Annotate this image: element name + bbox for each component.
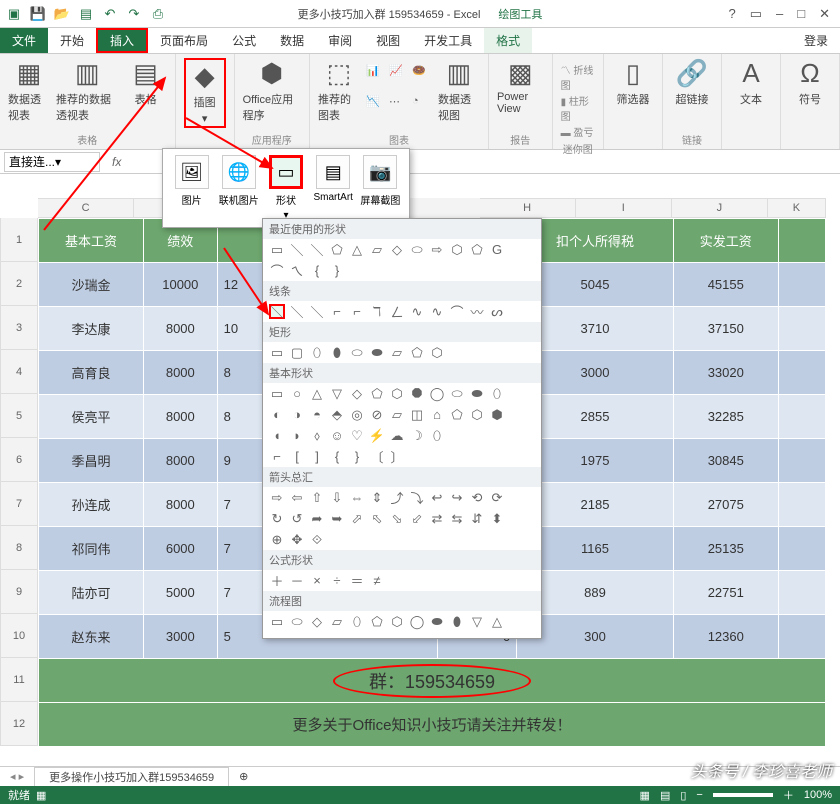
shapes-gallery: 最近使用的形状 ▭＼＼⬠△▱◇⬭⇨⬡⬠G ⌒ㄟ{} 线条 ＼＼＼⌐⌐ℸㄥ∿∿⌒〰… xyxy=(262,218,542,639)
column-headers: CDE HIJK xyxy=(38,198,826,218)
view-normal-icon[interactable]: ▦ xyxy=(640,789,650,802)
tab-home[interactable]: 开始 xyxy=(48,28,96,53)
quick-access-toolbar: ▣ 💾 📂 ▤ ↶ ↷ ⎙ xyxy=(0,6,172,22)
tab-developer[interactable]: 开发工具 xyxy=(412,28,484,53)
sparkline-winloss[interactable]: ▬ 盈亏 xyxy=(561,124,594,139)
sheet-tab[interactable]: 更多操作小技巧加入群159534659 xyxy=(34,767,229,786)
shapes-recent-row: ▭＼＼⬠△▱◇⬭⇨⬡⬠G xyxy=(263,239,541,260)
watermark-credit: 头条号 / 李珍喜老师 xyxy=(691,758,832,782)
status-ready: 就绪 xyxy=(8,787,30,803)
shapes-section-rects: 矩形 xyxy=(263,322,541,342)
chart-type-icon[interactable]: 📊 xyxy=(366,64,386,92)
recommended-charts-button[interactable]: ⬚推荐的图表 xyxy=(318,58,360,123)
shapes-section-arrows: 箭头总汇 xyxy=(263,467,541,487)
text-button[interactable]: A文本 xyxy=(730,58,772,107)
maximize-icon[interactable]: □ xyxy=(797,6,805,22)
formula-bar: 直接连... ▾ fx xyxy=(0,150,840,174)
shapes-section-basic: 基本形状 xyxy=(263,363,541,383)
symbols-button[interactable]: Ω符号 xyxy=(789,58,831,107)
contextual-tab-label: 绘图工具 xyxy=(498,6,542,22)
view-pagebreak-icon[interactable]: ▯ xyxy=(680,789,686,802)
ribbon-tabs: 文件 开始 插入 页面布局 公式 数据 审阅 视图 开发工具 格式 登录 xyxy=(0,28,840,54)
title-bar: ▣ 💾 📂 ▤ ↶ ↷ ⎙ 更多小技巧加入群 159534659 - Excel… xyxy=(0,0,840,28)
shapes-button[interactable]: ▭形状▾ xyxy=(263,155,308,221)
preview-icon[interactable]: ⎙ xyxy=(150,6,166,22)
tab-insert[interactable]: 插入 xyxy=(96,28,148,53)
line-shape[interactable]: ＼ xyxy=(269,304,285,319)
zoom-in[interactable]: ＋ xyxy=(783,787,794,803)
office-apps-button[interactable]: ⬢Office应用程序 xyxy=(243,58,301,123)
zoom-out[interactable]: − xyxy=(696,789,702,801)
chart-type-icon[interactable]: 📈 xyxy=(389,64,409,92)
tab-data[interactable]: 数据 xyxy=(268,28,316,53)
ribbon-toggle-icon[interactable]: ▭ xyxy=(750,6,762,22)
chart-type-icon[interactable]: ◔ xyxy=(412,95,432,123)
sheet-nav[interactable]: ◂ ▸ xyxy=(0,770,34,783)
screenshot-button[interactable]: 📷屏幕截图 xyxy=(358,155,403,221)
excel-icon: ▣ xyxy=(6,6,22,22)
shapes-section-equation: 公式形状 xyxy=(263,550,541,570)
group-tables-label: 表格 xyxy=(77,132,97,147)
zoom-level[interactable]: 100% xyxy=(804,789,832,801)
tab-formulas[interactable]: 公式 xyxy=(220,28,268,53)
document-title: 更多小技巧加入群 159534659 - Excel xyxy=(298,6,481,22)
window-controls: ? ▭ – □ ✕ xyxy=(728,6,840,22)
sparkline-column[interactable]: ▮ 柱形图 xyxy=(561,93,595,123)
slicer-button[interactable]: ▯筛选器 xyxy=(612,58,654,107)
status-icon: ▦ xyxy=(36,789,46,802)
pivotchart-button[interactable]: ▥数据透视图 xyxy=(438,58,480,123)
tab-format[interactable]: 格式 xyxy=(484,28,532,53)
tab-file[interactable]: 文件 xyxy=(0,28,48,53)
powerview-button[interactable]: ▩Power View xyxy=(497,58,544,115)
illustrations-button[interactable]: ◆插图▾ xyxy=(184,58,226,128)
shapes-section-recent: 最近使用的形状 xyxy=(263,219,541,239)
view-layout-icon[interactable]: ▤ xyxy=(660,789,670,802)
new-sheet-button[interactable]: ⊕ xyxy=(229,770,258,783)
open-icon[interactable]: 📂 xyxy=(54,6,70,22)
shapes-lines-row: ＼＼＼⌐⌐ℸㄥ∿∿⌒〰ᔕ xyxy=(263,301,541,322)
name-box[interactable]: 直接连... ▾ xyxy=(4,152,100,172)
pictures-button[interactable]: 🖼图片 xyxy=(169,155,214,221)
group-number: 群：159534659 xyxy=(333,664,531,698)
chart-type-icon[interactable]: ⋯ xyxy=(389,95,409,123)
redo-icon[interactable]: ↷ xyxy=(126,6,142,22)
table-button[interactable]: ▤表格 xyxy=(125,58,167,123)
shapes-section-lines: 线条 xyxy=(263,281,541,301)
footer-text: 更多关于Office知识小技巧请关注并转发！ xyxy=(39,703,826,747)
undo-icon[interactable]: ↶ xyxy=(102,6,118,22)
minimize-icon[interactable]: – xyxy=(776,6,783,22)
recommended-pivot-button[interactable]: ▥推荐的数据透视表 xyxy=(56,58,119,123)
login-link[interactable]: 登录 xyxy=(792,28,840,53)
row-headers: 123456789101112 xyxy=(0,218,38,746)
tab-layout[interactable]: 页面布局 xyxy=(148,28,220,53)
save-icon[interactable]: 💾 xyxy=(30,6,46,22)
illustrations-dropdown: 🖼图片 🌐联机图片 ▭形状▾ ▤SmartArt 📷屏幕截图 xyxy=(162,148,410,228)
new-icon[interactable]: ▤ xyxy=(78,6,94,22)
sparkline-line[interactable]: 〽 折线图 xyxy=(561,62,595,92)
chart-type-icon[interactable]: 📉 xyxy=(366,95,386,123)
fx-icon[interactable]: fx xyxy=(104,155,129,169)
shapes-section-flowchart: 流程图 xyxy=(263,591,541,611)
smartart-button[interactable]: ▤SmartArt xyxy=(311,155,356,221)
online-pictures-button[interactable]: 🌐联机图片 xyxy=(216,155,261,221)
tab-view[interactable]: 视图 xyxy=(364,28,412,53)
status-bar: 就绪 ▦ ▦ ▤ ▯ − ＋ 100% xyxy=(0,786,840,804)
close-icon[interactable]: ✕ xyxy=(819,6,830,22)
pivottable-button[interactable]: ▦数据透视表 xyxy=(8,58,50,123)
chart-type-icon[interactable]: 🍩 xyxy=(412,64,432,92)
ribbon: ▦数据透视表 ▥推荐的数据透视表 ▤表格 表格 ◆插图▾ ⬢Office应用程序… xyxy=(0,54,840,150)
help-icon[interactable]: ? xyxy=(728,6,735,22)
tab-review[interactable]: 审阅 xyxy=(316,28,364,53)
hyperlink-button[interactable]: 🔗超链接 xyxy=(671,58,713,107)
